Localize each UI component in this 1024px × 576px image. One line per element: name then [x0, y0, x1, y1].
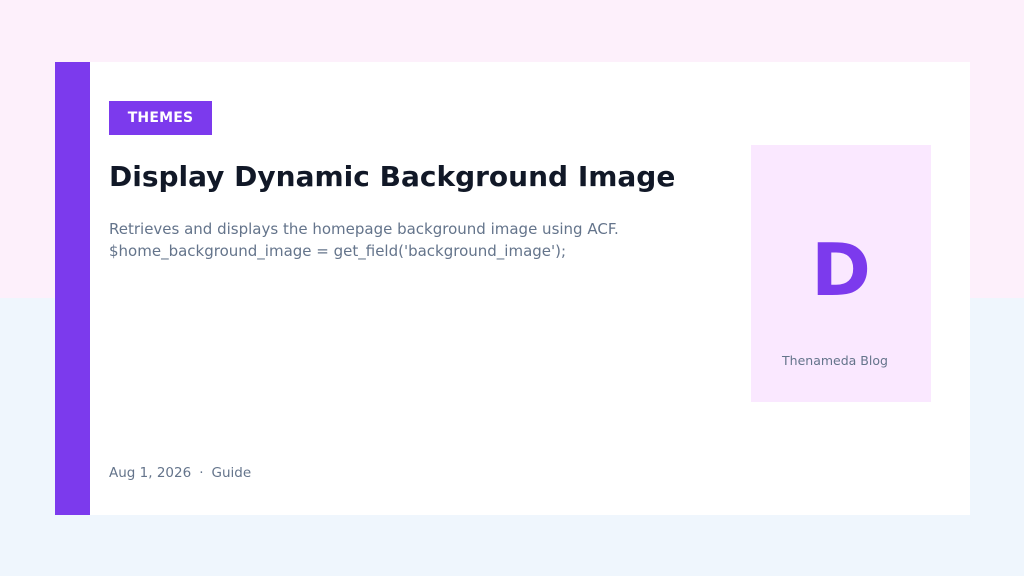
post-thumbnail[interactable]: D Thenameda Blog: [751, 145, 931, 402]
post-date: Aug 1, 2026: [109, 465, 192, 481]
card-accent-bar: [55, 62, 90, 515]
post-card[interactable]: THEMES Display Dynamic Background Image …: [55, 62, 970, 515]
post-meta: Aug 1, 2026 · Guide: [109, 463, 251, 483]
thumbnail-caption: Thenameda Blog: [782, 353, 888, 368]
post-type: Guide: [211, 465, 252, 481]
thumbnail-letter: D: [811, 228, 871, 312]
excerpt-line: Retrieves and displays the homepage back…: [109, 220, 619, 238]
excerpt-line: $home_background_image = get_field('back…: [109, 242, 567, 260]
category-badge[interactable]: THEMES: [109, 101, 212, 135]
post-title[interactable]: Display Dynamic Background Image: [109, 158, 675, 196]
post-excerpt: Retrieves and displays the homepage back…: [109, 218, 709, 262]
meta-separator: ·: [199, 465, 204, 481]
